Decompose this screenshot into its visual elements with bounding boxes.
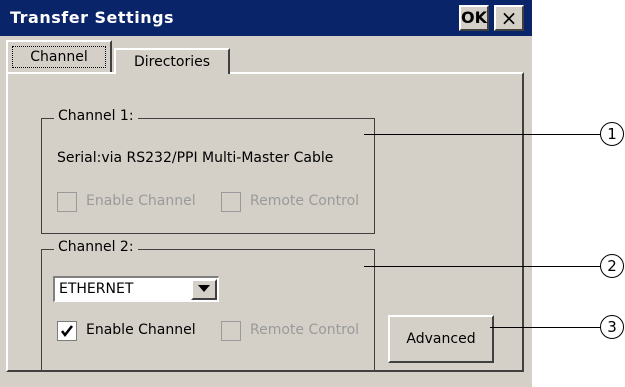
channel2-enable-label: Enable Channel <box>86 322 196 338</box>
channel2-protocol-value: ETHERNET <box>59 281 134 297</box>
channel2-protocol-dropdown[interactable]: ETHERNET <box>53 276 219 302</box>
callout-line-1 <box>364 134 602 135</box>
channel1-description: Serial:via RS232/PPI Multi-Master Cable <box>57 150 334 166</box>
channel2-title: Channel 2: <box>54 239 138 255</box>
channel2-remote-label: Remote Control <box>250 322 360 338</box>
title-bar: Transfer Settings OK × <box>0 0 532 36</box>
channel1-remote-checkbox[interactable] <box>221 192 241 212</box>
callout-line-2 <box>364 266 602 267</box>
channel1-group: Channel 1: <box>41 108 375 234</box>
channel2-remote-checkbox[interactable] <box>221 321 241 341</box>
channel2-group: Channel 2: <box>41 239 375 371</box>
callout-3: 3 <box>600 315 624 339</box>
channel1-enable-label: Enable Channel <box>86 193 196 209</box>
channel2-enable-checkbox[interactable] <box>57 321 77 341</box>
ok-button[interactable]: OK <box>459 5 489 31</box>
transfer-settings-window: Transfer Settings OK × Channel Directori… <box>0 0 532 387</box>
callout-2: 2 <box>600 254 624 278</box>
channel1-enable-checkbox[interactable] <box>57 192 77 212</box>
window-title: Transfer Settings <box>10 8 175 27</box>
callout-line-3 <box>490 327 602 328</box>
advanced-button[interactable]: Advanced <box>388 315 494 363</box>
tab-directories[interactable]: Directories <box>114 48 230 74</box>
tab-channel-label: Channel <box>12 46 106 68</box>
close-button[interactable]: × <box>494 5 524 31</box>
tab-channel[interactable]: Channel <box>6 40 112 72</box>
channel1-title: Channel 1: <box>54 108 138 124</box>
callout-1: 1 <box>600 122 624 146</box>
chevron-down-icon[interactable] <box>191 279 217 300</box>
checkmark-icon <box>61 325 73 338</box>
channel1-remote-label: Remote Control <box>250 193 360 209</box>
